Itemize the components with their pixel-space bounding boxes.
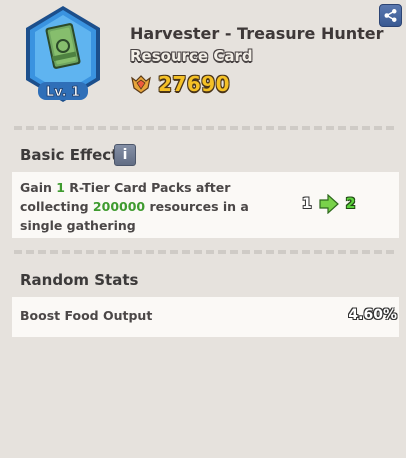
stat-name: Boost Food Output xyxy=(20,308,152,323)
card-title: Harvester - Treasure Hunter xyxy=(130,24,384,43)
resource-threshold: 200000 xyxy=(93,199,145,214)
pack-count: 1 xyxy=(56,180,65,195)
arrow-right-icon xyxy=(318,194,340,214)
divider xyxy=(14,126,394,130)
basic-effect-title: Basic Effect xyxy=(20,146,118,164)
price-row: 27690 xyxy=(130,71,230,97)
gem-crest-icon xyxy=(130,73,152,95)
basic-effect-panel: Gain 1 R-Tier Card Packs after collectin… xyxy=(12,172,399,238)
divider xyxy=(14,250,394,254)
random-stats-panel: Boost Food Output 4.60% xyxy=(12,297,399,337)
level-from: 1 xyxy=(302,196,312,212)
stat-value: 4.60% xyxy=(348,307,397,323)
price-value: 27690 xyxy=(158,72,230,96)
card-badge: Lv. 1 xyxy=(20,4,106,106)
info-icon: i xyxy=(123,147,128,163)
share-icon xyxy=(383,8,398,23)
level-to: 2 xyxy=(346,196,356,212)
card-type: Resource Card xyxy=(130,47,253,65)
random-stats-title: Random Stats xyxy=(20,271,138,289)
card-level: Lv. 1 xyxy=(46,85,80,100)
effect-description: Gain 1 R-Tier Card Packs after collectin… xyxy=(20,178,252,235)
level-change: 1 2 xyxy=(302,194,356,214)
info-button[interactable]: i xyxy=(114,144,136,166)
